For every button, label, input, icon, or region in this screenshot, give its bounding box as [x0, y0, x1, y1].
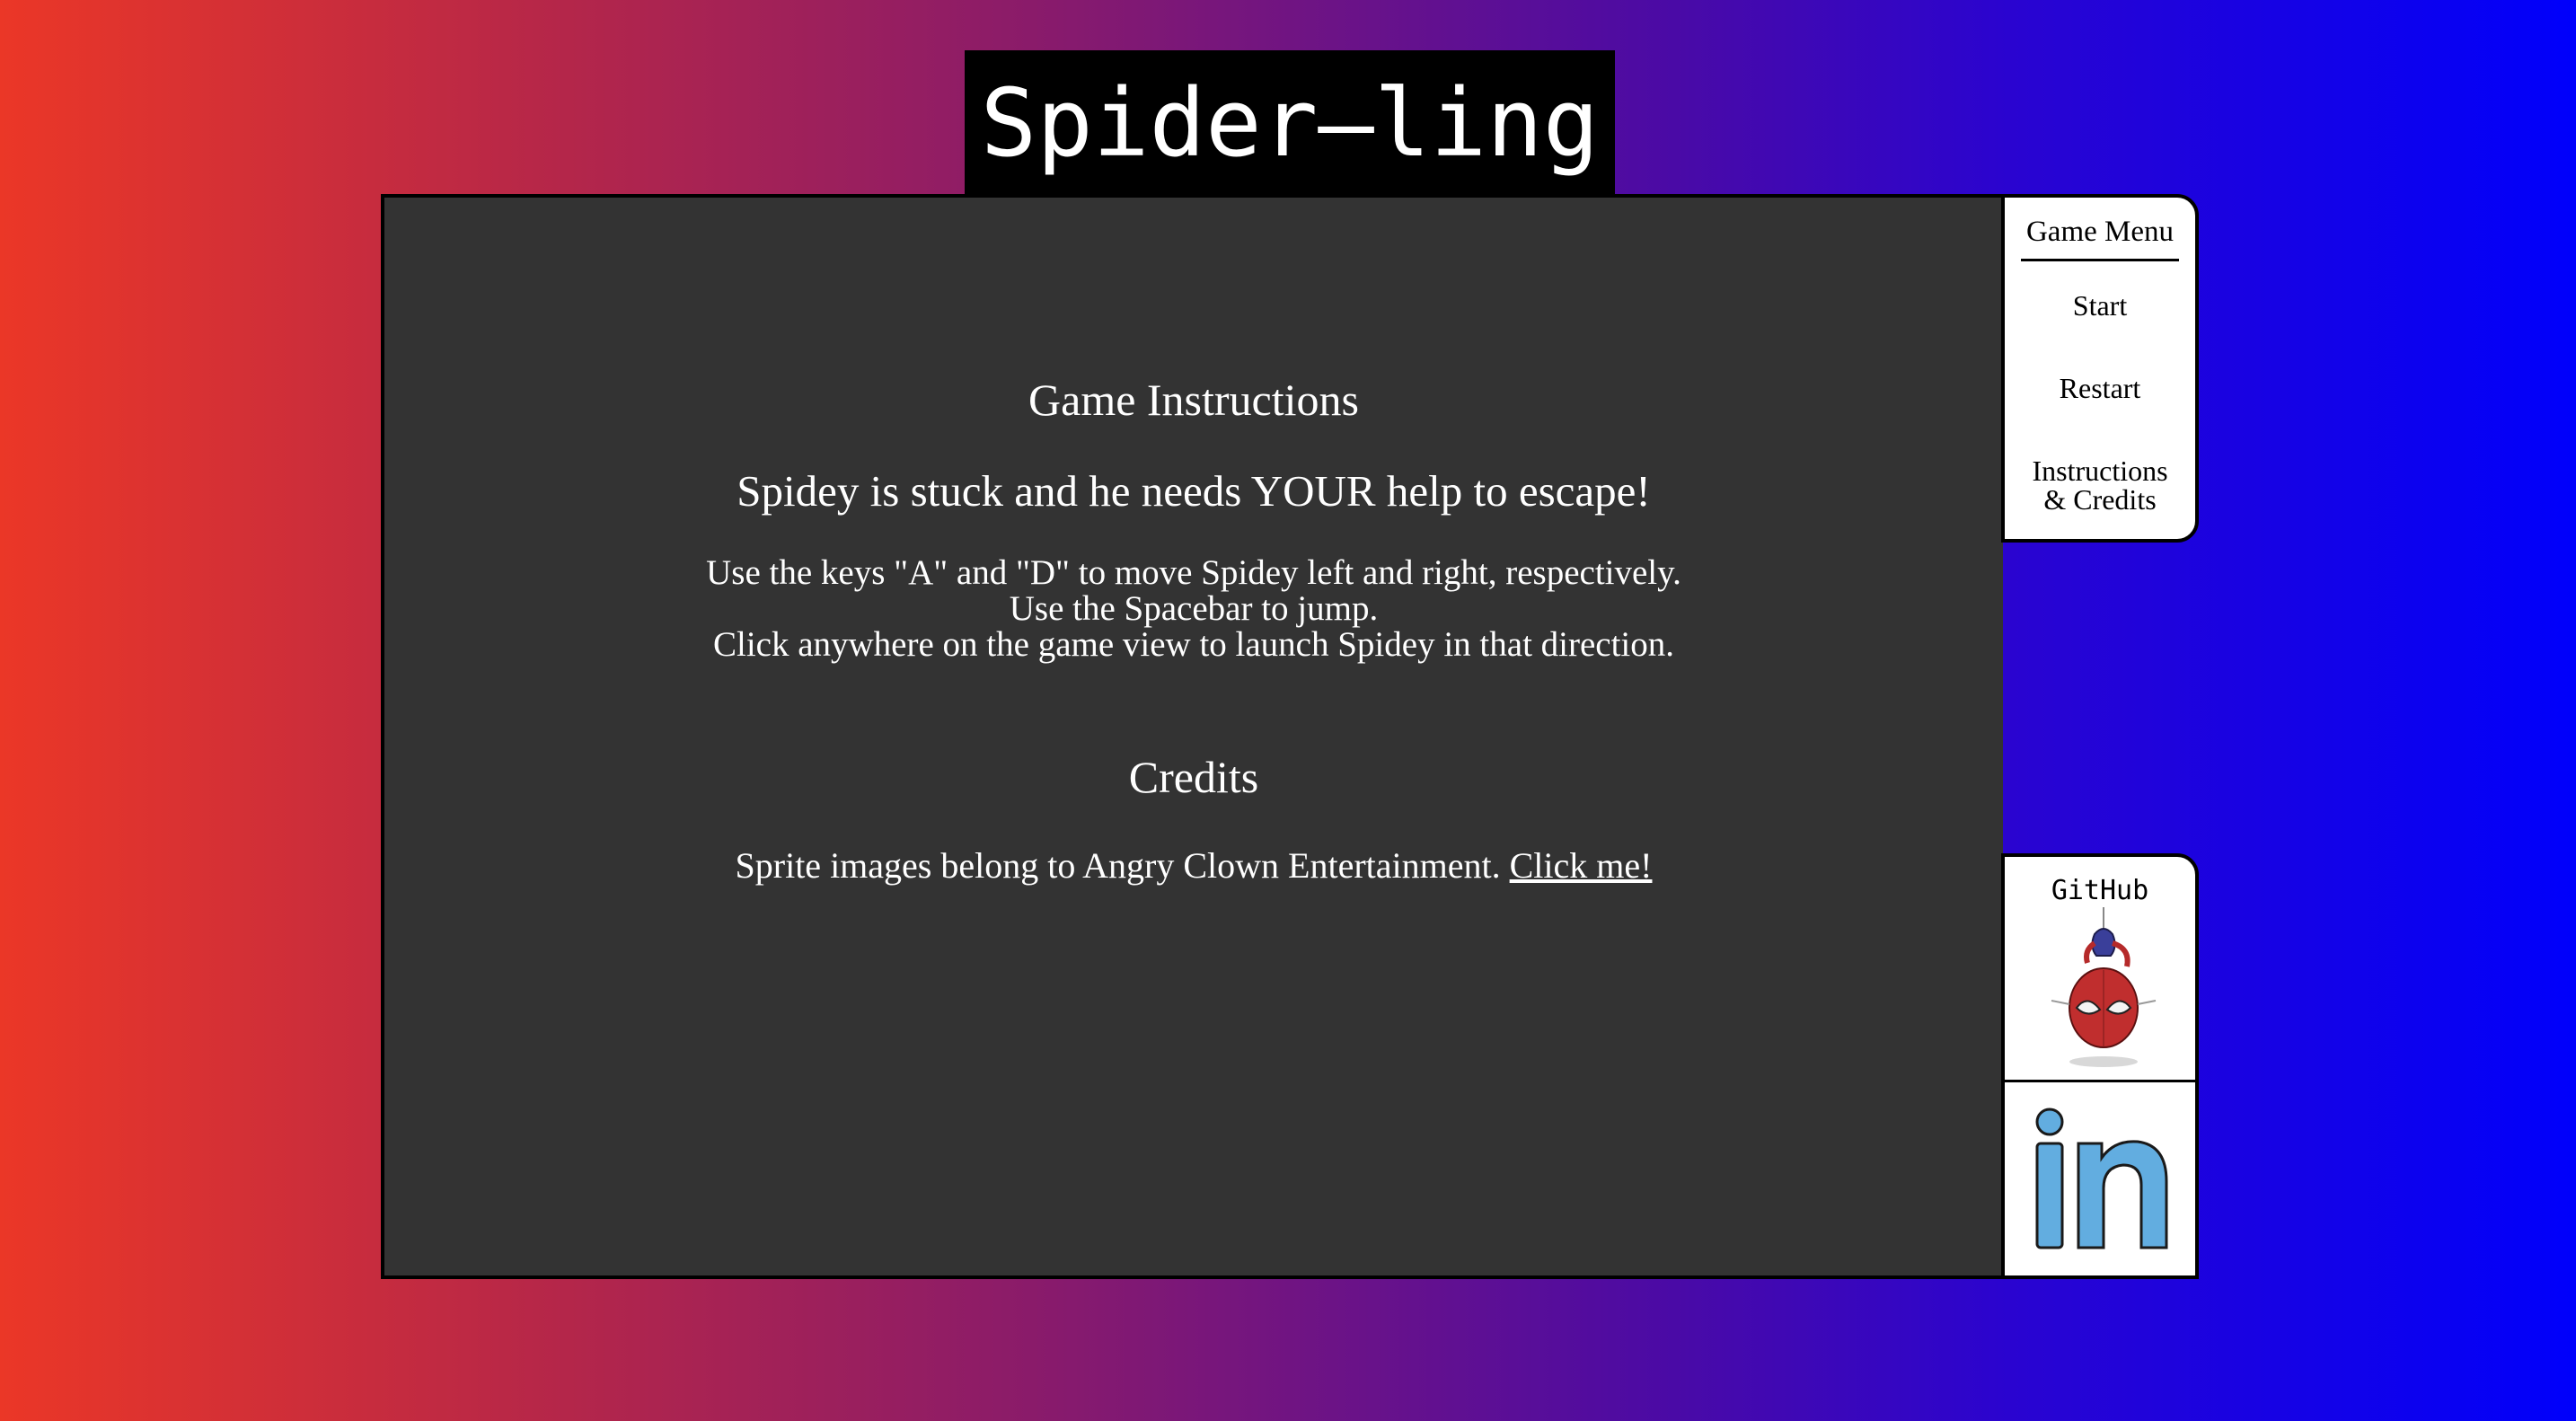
instructions-line: Click anywhere on the game view to launc… [712, 625, 1675, 664]
github-link[interactable]: GitHub [2005, 857, 2195, 1082]
credits-text: Sprite images belong to Angry Clown Ente… [384, 844, 2003, 887]
instructions-line: Use the Spacebar to jump. [1009, 589, 1379, 628]
instructions-line: Use the keys "A" and "D" to move Spidey … [706, 553, 1681, 592]
instructions-credits-label-line1: Instructions [2032, 455, 2168, 487]
github-label: GitHub [2051, 875, 2149, 906]
spidey-sprite-icon [2051, 907, 2157, 1067]
start-button[interactable]: Start [2005, 291, 2195, 320]
linkedin-icon [2035, 1108, 2168, 1249]
instructions-body: Use the keys "A" and "D" to move Spidey … [384, 555, 2003, 663]
restart-button[interactable]: Restart [2005, 374, 2195, 402]
linkedin-link[interactable] [2005, 1082, 2195, 1275]
credits-statement: Sprite images belong to Angry Clown Ente… [735, 845, 1510, 886]
instructions-heading: Game Instructions [1028, 375, 1359, 425]
instructions-subtitle: Spidey is stuck and he needs YOUR help t… [737, 466, 1651, 516]
game-view[interactable]: Game Instructions Spidey is stuck and he… [381, 194, 2003, 1279]
game-menu: Game Menu Start Restart Instructions & C… [2001, 194, 2199, 543]
page-title: Spider–ling [965, 50, 1615, 196]
game-menu-heading: Game Menu [2021, 214, 2179, 261]
social-links: GitHub [2001, 853, 2199, 1279]
credits-heading: Credits [1128, 752, 1259, 802]
credits-link[interactable]: Click me! [1510, 845, 1653, 886]
instructions-credits-button[interactable]: Instructions & Credits [2005, 456, 2195, 514]
instructions-credits-label-line2: & Credits [2043, 483, 2157, 516]
